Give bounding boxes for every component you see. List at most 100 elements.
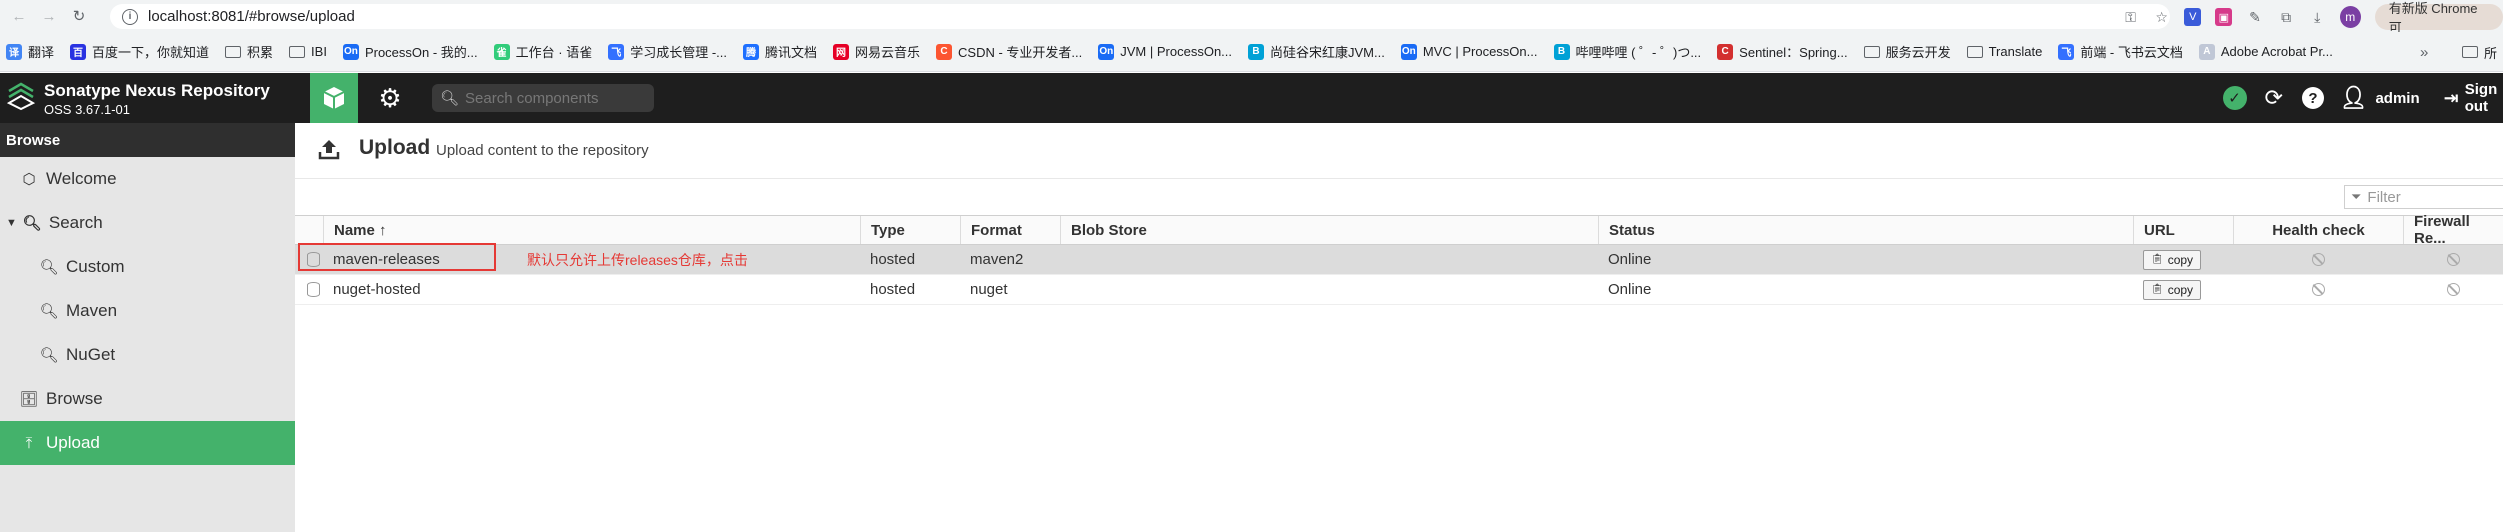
cell-type: hosted: [870, 251, 916, 268]
search-icon: 🔍︎: [39, 303, 59, 320]
sidebar-item-welcome[interactable]: ⬡ Welcome: [0, 157, 295, 201]
bookmark-item[interactable]: 腾腾讯文档: [743, 42, 817, 61]
bookmark-item[interactable]: C Sentinel：Spring...: [1717, 42, 1848, 61]
extensions-puzzle-icon[interactable]: ⧉: [2278, 8, 2295, 26]
sonatype-logo-icon[interactable]: [6, 81, 36, 111]
site-info-icon[interactable]: i: [122, 8, 138, 25]
update-chrome-button[interactable]: 有新版 Chrome 可: [2374, 1, 2503, 35]
not-available-icon: [2311, 253, 2325, 266]
extension-pen-icon[interactable]: ✎: [2246, 8, 2263, 26]
gear-icon[interactable]: ⚙: [366, 73, 414, 123]
bookmark-item[interactable]: Translate: [1966, 44, 2042, 59]
left-sidebar: Browse ⬡ Welcome ▼ 🔍︎ Search 🔍︎ Custom 🔍…: [0, 123, 295, 532]
sidebar-item-browse[interactable]: 🗄︎ Browse: [0, 377, 295, 421]
column-header-url[interactable]: URL: [2133, 216, 2233, 244]
favicon-icon: 译: [6, 43, 22, 60]
bookmark-item[interactable]: B 哔哩哔哩 ( ゜- ゜)つ...: [1553, 42, 1701, 61]
bookmark-item[interactable]: On ProcessOn - 我的...: [342, 42, 478, 61]
bookmark-item[interactable]: 网网易云音乐: [833, 42, 920, 61]
folder-icon: [2462, 46, 2478, 58]
favicon-icon: 百: [70, 43, 87, 60]
copy-label: copy: [2167, 282, 2194, 297]
page-subtitle: Upload content to the repository: [436, 142, 649, 159]
bookmark-item[interactable]: 服务云开发: [1863, 42, 1951, 61]
bookmark-label: 百度一下，你就知道: [92, 45, 210, 60]
bookmark-item[interactable]: 百百度一下，你就知道: [70, 42, 209, 61]
more-bookmarks-chevron-icon[interactable]: »: [2420, 32, 2428, 72]
forward-arrow-icon[interactable]: →: [38, 5, 60, 27]
cell-format: maven2: [970, 251, 1024, 268]
repository-icon: [306, 282, 320, 297]
bookmark-item[interactable]: A Adobe Acrobat Pr...: [2198, 43, 2333, 60]
url-text[interactable]: localhost:8081/#browse/upload: [148, 8, 355, 25]
refresh-icon[interactable]: ⟳: [2261, 83, 2286, 113]
profile-avatar[interactable]: m: [2339, 6, 2361, 28]
bookmark-item[interactable]: B 尚硅谷宋红康JVM...: [1248, 42, 1385, 61]
extension-pink-icon[interactable]: ▣: [2215, 8, 2233, 26]
component-search[interactable]: 🔍︎: [432, 84, 654, 112]
cell-name[interactable]: nuget-hosted: [323, 275, 421, 304]
favicon-icon: 飞: [2058, 43, 2075, 60]
sidebar-item-maven[interactable]: 🔍︎ Maven: [0, 289, 295, 333]
search-input[interactable]: [465, 89, 646, 107]
favicon-icon: On: [342, 43, 359, 60]
cell-name[interactable]: maven-releases: [323, 245, 440, 274]
bookmark-item[interactable]: C CSDN - 专业开发者...: [936, 42, 1082, 61]
filter-box[interactable]: ⏷: [2344, 185, 2503, 209]
table-row[interactable]: maven-releases 默认只允许上传releases仓库，点击 host…: [295, 243, 2503, 275]
bookmark-item[interactable]: 积累: [225, 42, 273, 61]
column-header-blob-store[interactable]: Blob Store: [1060, 216, 1598, 244]
bookmark-star-icon[interactable]: ☆: [2153, 8, 2170, 26]
bookmark-label: MVC | ProcessOn...: [1422, 44, 1538, 59]
browse-mode-button[interactable]: [310, 73, 358, 123]
column-header-type[interactable]: Type: [860, 216, 960, 244]
sidebar-item-label: Welcome: [46, 169, 117, 188]
bookmark-item[interactable]: 飞前端 - 飞书云文档: [2058, 42, 2183, 61]
caret-down-icon[interactable]: ▼: [6, 217, 17, 229]
favicon-icon: C: [936, 43, 953, 60]
user-menu[interactable]: 👤︎ admin: [2340, 85, 2420, 111]
column-header-name[interactable]: Name ↑: [323, 216, 860, 244]
status-ok-icon[interactable]: ✓: [2222, 83, 2247, 113]
sidebar-item-label: Custom: [66, 257, 125, 276]
download-icon[interactable]: ⤓: [2309, 8, 2326, 26]
copy-url-button[interactable]: 📋︎ copy: [2143, 249, 2202, 270]
sign-out-button[interactable]: ⇥ Sign out: [2444, 81, 2503, 115]
back-arrow-icon[interactable]: ←: [8, 5, 30, 27]
reload-icon[interactable]: ↻: [68, 5, 90, 27]
bookmark-item[interactable]: On JVM | ProcessOn...: [1098, 43, 1233, 60]
bookmark-item[interactable]: On MVC | ProcessOn...: [1400, 43, 1538, 60]
extension-v-icon[interactable]: V: [2184, 8, 2202, 26]
column-header-status[interactable]: Status: [1598, 216, 2133, 244]
sidebar-item-nuget[interactable]: 🔍︎ NuGet: [0, 333, 295, 377]
bookmark-label: 腾讯文档: [765, 45, 818, 60]
column-header-format[interactable]: Format: [960, 216, 1060, 244]
cell-blob-store: [1060, 275, 1070, 304]
not-available-icon: [2446, 283, 2460, 296]
bookmark-item[interactable]: IBI: [289, 44, 327, 59]
database-icon: 🗄︎: [19, 391, 39, 408]
favicon-icon: B: [1553, 43, 1570, 60]
copy-url-button[interactable]: 📋︎ copy: [2143, 279, 2202, 300]
bookmark-item[interactable]: 雀工作台 · 语雀: [493, 42, 592, 61]
bookmark-label: Sentinel：Spring...: [1739, 45, 1848, 60]
icon-column-header: [295, 216, 323, 244]
password-key-icon[interactable]: ⚿: [2122, 8, 2139, 26]
bookmark-label: JVM | ProcessOn...: [1120, 44, 1233, 59]
table-row[interactable]: nuget-hosted hosted nuget Online 📋︎ copy: [295, 275, 2503, 305]
column-header-health-check[interactable]: Health check: [2233, 216, 2403, 244]
column-header-firewall[interactable]: Firewall Re...: [2403, 213, 2503, 247]
filter-input[interactable]: [2367, 188, 2498, 206]
sidebar-item-custom[interactable]: 🔍︎ Custom: [0, 245, 295, 289]
help-icon[interactable]: ?: [2300, 83, 2325, 113]
bookmark-item[interactable]: 飞学习成长管理 -...: [608, 42, 727, 61]
bookmark-item[interactable]: 译翻译: [6, 42, 54, 61]
page-title: Upload: [359, 136, 431, 159]
sidebar-item-label: Maven: [66, 301, 118, 320]
bookmark-label: 积累: [247, 45, 274, 60]
all-bookmarks-folder[interactable]: 所: [2462, 32, 2497, 72]
sidebar-item-upload[interactable]: ⤒ Upload: [0, 421, 295, 465]
sidebar-item-search[interactable]: ▼ 🔍︎ Search: [0, 201, 295, 245]
bookmark-label: 网易云音乐: [855, 45, 921, 60]
address-bar[interactable]: i localhost:8081/#browse/upload: [110, 4, 2170, 29]
